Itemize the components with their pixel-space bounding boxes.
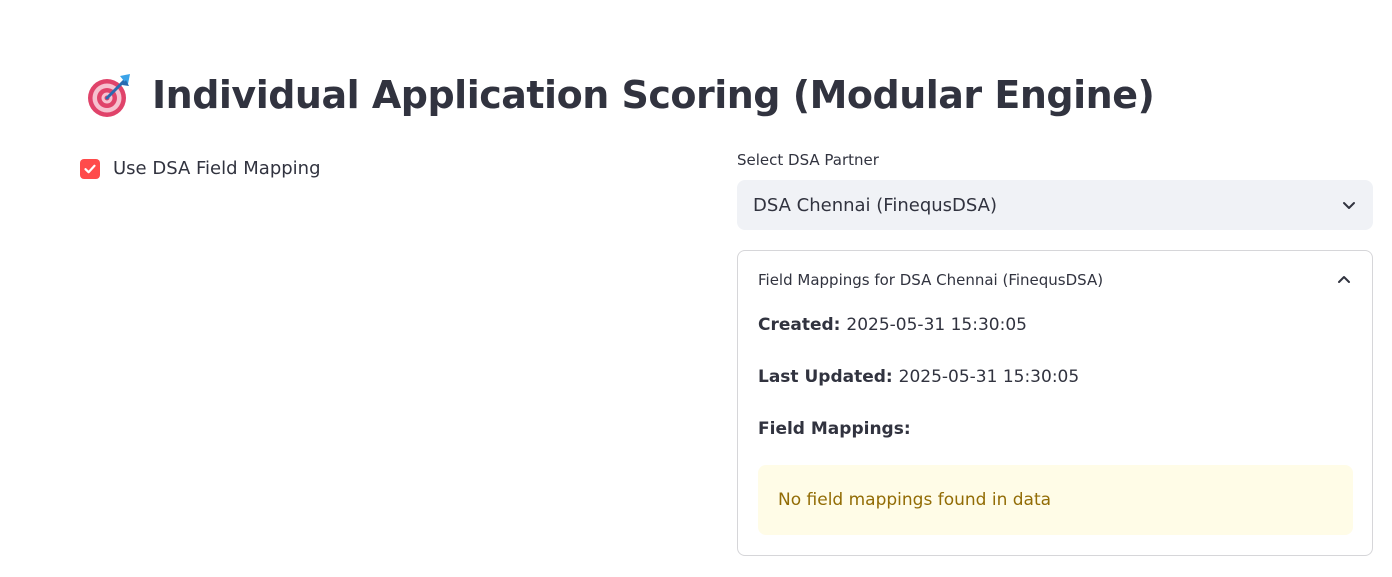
field-mappings-heading: Field Mappings: [758, 419, 911, 439]
created-row: Created: 2025-05-31 15:30:05 [758, 315, 1027, 335]
dsa-partner-select-label: Select DSA Partner [737, 151, 879, 169]
checkbox-label: Use DSA Field Mapping [113, 158, 321, 179]
field-mappings-expander: Field Mappings for DSA Chennai (FinequsD… [737, 250, 1373, 556]
expander-header[interactable]: Field Mappings for DSA Chennai (FinequsD… [738, 251, 1372, 309]
created-label: Created: [758, 315, 847, 335]
page-header: Individual Application Scoring (Modular … [86, 72, 1155, 118]
checkbox-checked-icon[interactable] [80, 158, 100, 179]
target-dart-icon [88, 74, 130, 117]
page-title: Individual Application Scoring (Modular … [152, 73, 1155, 117]
last-updated-row: Last Updated: 2025-05-31 15:30:05 [758, 367, 1079, 387]
chevron-down-icon [1343, 202, 1355, 209]
dsa-partner-selected-value: DSA Chennai (FinequsDSA) [753, 194, 997, 216]
dsa-partner-select[interactable]: DSA Chennai (FinequsDSA) [737, 180, 1373, 230]
created-value: 2025-05-31 15:30:05 [846, 315, 1027, 335]
warning-text: No field mappings found in data [778, 490, 1052, 510]
page: Individual Application Scoring (Modular … [0, 0, 1392, 577]
expander-title: Field Mappings for DSA Chennai (FinequsD… [758, 271, 1104, 289]
use-dsa-mapping-checkbox[interactable]: Use DSA Field Mapping [80, 158, 321, 179]
chevron-up-icon[interactable] [1336, 272, 1352, 288]
warning-alert: No field mappings found in data [758, 465, 1353, 535]
last-updated-value: 2025-05-31 15:30:05 [898, 367, 1080, 387]
last-updated-label: Last Updated: [758, 367, 899, 387]
